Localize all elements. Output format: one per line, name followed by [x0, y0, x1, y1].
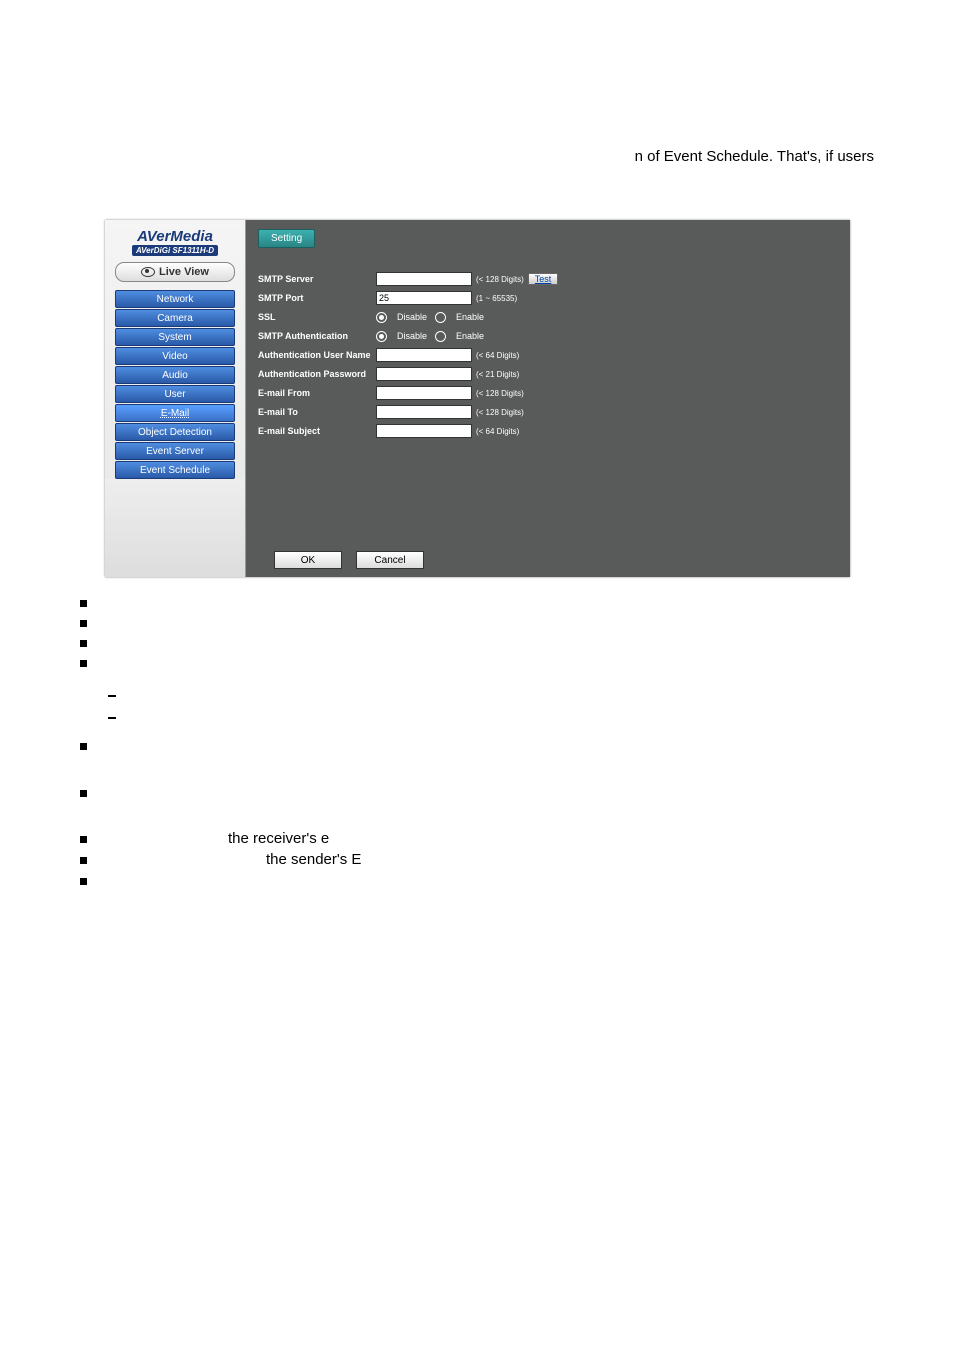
auth-enable-radio[interactable]: [435, 331, 446, 342]
email-settings-form: SMTP Server (< 128 Digits) Test SMTP Por…: [258, 270, 838, 440]
sidebar-item-video[interactable]: Video: [115, 347, 235, 365]
ssl-enable-text: Enable: [456, 312, 484, 322]
smtp-server-input[interactable]: [376, 272, 472, 286]
sidebar-item-network[interactable]: Network: [115, 290, 235, 308]
page-fragment-text: n of Event Schedule. That's, if users: [635, 148, 874, 165]
text-fragment-sender: the sender's E: [266, 851, 361, 868]
smtp-test-button[interactable]: Test: [528, 273, 559, 285]
email-subject-hint: (< 64 Digits): [476, 427, 519, 436]
brand-logo: AVerMedia: [137, 228, 213, 245]
text-fragment-receiver: the receiver's e: [228, 830, 329, 847]
smtp-server-label: SMTP Server: [258, 274, 376, 284]
auth-disable-radio[interactable]: [376, 331, 387, 342]
sidebar: AVerMedia AVerDiGi SF1311H-D Live View N…: [105, 220, 246, 577]
live-view-label: Live View: [159, 266, 209, 278]
smtp-auth-label: SMTP Authentication: [258, 331, 376, 341]
email-to-hint: (< 128 Digits): [476, 408, 524, 417]
smtp-port-label: SMTP Port: [258, 293, 376, 303]
email-to-input[interactable]: [376, 405, 472, 419]
tab-setting[interactable]: Setting: [258, 229, 315, 248]
auth-disable-text: Disable: [397, 331, 427, 341]
auth-pass-hint: (< 21 Digits): [476, 370, 519, 379]
sidebar-item-audio[interactable]: Audio: [115, 366, 235, 384]
sidebar-item-event-server[interactable]: Event Server: [115, 442, 235, 460]
auth-pass-label: Authentication Password: [258, 369, 376, 379]
sidebar-item-camera[interactable]: Camera: [115, 309, 235, 327]
sidebar-item-object-detection[interactable]: Object Detection: [115, 423, 235, 441]
email-subject-input[interactable]: [376, 424, 472, 438]
auth-pass-input[interactable]: [376, 367, 472, 381]
ssl-enable-radio[interactable]: [435, 312, 446, 323]
ssl-disable-radio[interactable]: [376, 312, 387, 323]
live-view-button[interactable]: Live View: [115, 262, 235, 282]
email-from-input[interactable]: [376, 386, 472, 400]
auth-user-label: Authentication User Name: [258, 350, 376, 360]
email-subject-label: E-mail Subject: [258, 426, 376, 436]
brand-model: AVerDiGi SF1311H-D: [132, 245, 218, 256]
auth-user-hint: (< 64 Digits): [476, 351, 519, 360]
ssl-disable-text: Disable: [397, 312, 427, 322]
ok-button[interactable]: OK: [274, 551, 342, 569]
cancel-button[interactable]: Cancel: [356, 551, 424, 569]
smtp-port-hint: (1 ~ 65535): [476, 294, 517, 303]
eye-icon: [141, 267, 155, 277]
ssl-label: SSL: [258, 312, 376, 322]
smtp-server-hint: (< 128 Digits): [476, 275, 524, 284]
sidebar-item-user[interactable]: User: [115, 385, 235, 403]
email-from-hint: (< 128 Digits): [476, 389, 524, 398]
sidebar-item-event-schedule[interactable]: Event Schedule: [115, 461, 235, 479]
settings-window: AVerMedia AVerDiGi SF1311H-D Live View N…: [105, 220, 850, 577]
nav: Network Camera System Video Audio User E…: [115, 290, 235, 479]
email-to-label: E-mail To: [258, 407, 376, 417]
smtp-port-input[interactable]: [376, 291, 472, 305]
sidebar-item-system[interactable]: System: [115, 328, 235, 346]
auth-enable-text: Enable: [456, 331, 484, 341]
auth-user-input[interactable]: [376, 348, 472, 362]
main-panel: Setting SMTP Server (< 128 Digits) Test …: [246, 220, 850, 577]
sidebar-item-email[interactable]: E-Mail: [115, 404, 235, 422]
email-from-label: E-mail From: [258, 388, 376, 398]
